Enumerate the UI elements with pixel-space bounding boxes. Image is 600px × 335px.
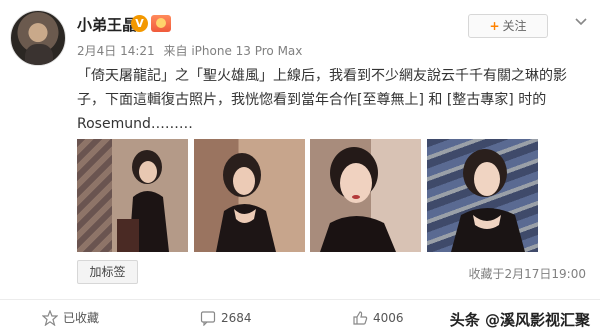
favorite-label: 已收藏 [63,311,100,325]
follow-button[interactable]: + 关注 [468,14,548,38]
plus-icon: + [489,19,500,33]
photo-grid [77,139,539,252]
collected-time: 收藏于2月17日19:00 [468,267,587,281]
comment-count: 2684 [221,311,252,325]
like-count: 4006 [373,311,404,325]
avatar[interactable] [10,10,66,66]
like-button[interactable]: 4006 [352,309,412,327]
comment-icon [200,311,216,326]
add-tag-button[interactable]: 加标签 [77,260,138,284]
username[interactable]: 小弟王晶 [77,14,137,35]
thumbs-up-icon [353,311,368,325]
chevron-down-icon[interactable] [574,14,588,28]
post-date[interactable]: 2月4日 14:21 [77,44,155,58]
photo-thumbnail[interactable] [77,139,188,252]
post-meta: 2月4日 14:21 来自 iPhone 13 Pro Max [77,42,307,59]
watermark: 头条 @溪风影视汇聚 [449,311,590,329]
favorite-button[interactable]: 已收藏 [42,309,112,327]
follow-label: 关注 [502,19,527,33]
post-text: 「倚天屠龍記」之「聖火雄風」上線后，我看到不少網友說云千千有關之琳的影子，下面這… [77,68,567,132]
post-source: 来自 iPhone 13 Pro Max [163,44,303,58]
favorite-star-icon [42,310,58,326]
photo-thumbnail[interactable] [310,139,421,252]
photo-thumbnail[interactable] [427,139,538,252]
verified-badge-icon: V [131,15,148,32]
member-badge-icon [151,15,171,32]
divider [0,299,600,300]
photo-thumbnail[interactable] [194,139,305,252]
comment-button[interactable]: 2684 [200,309,260,327]
